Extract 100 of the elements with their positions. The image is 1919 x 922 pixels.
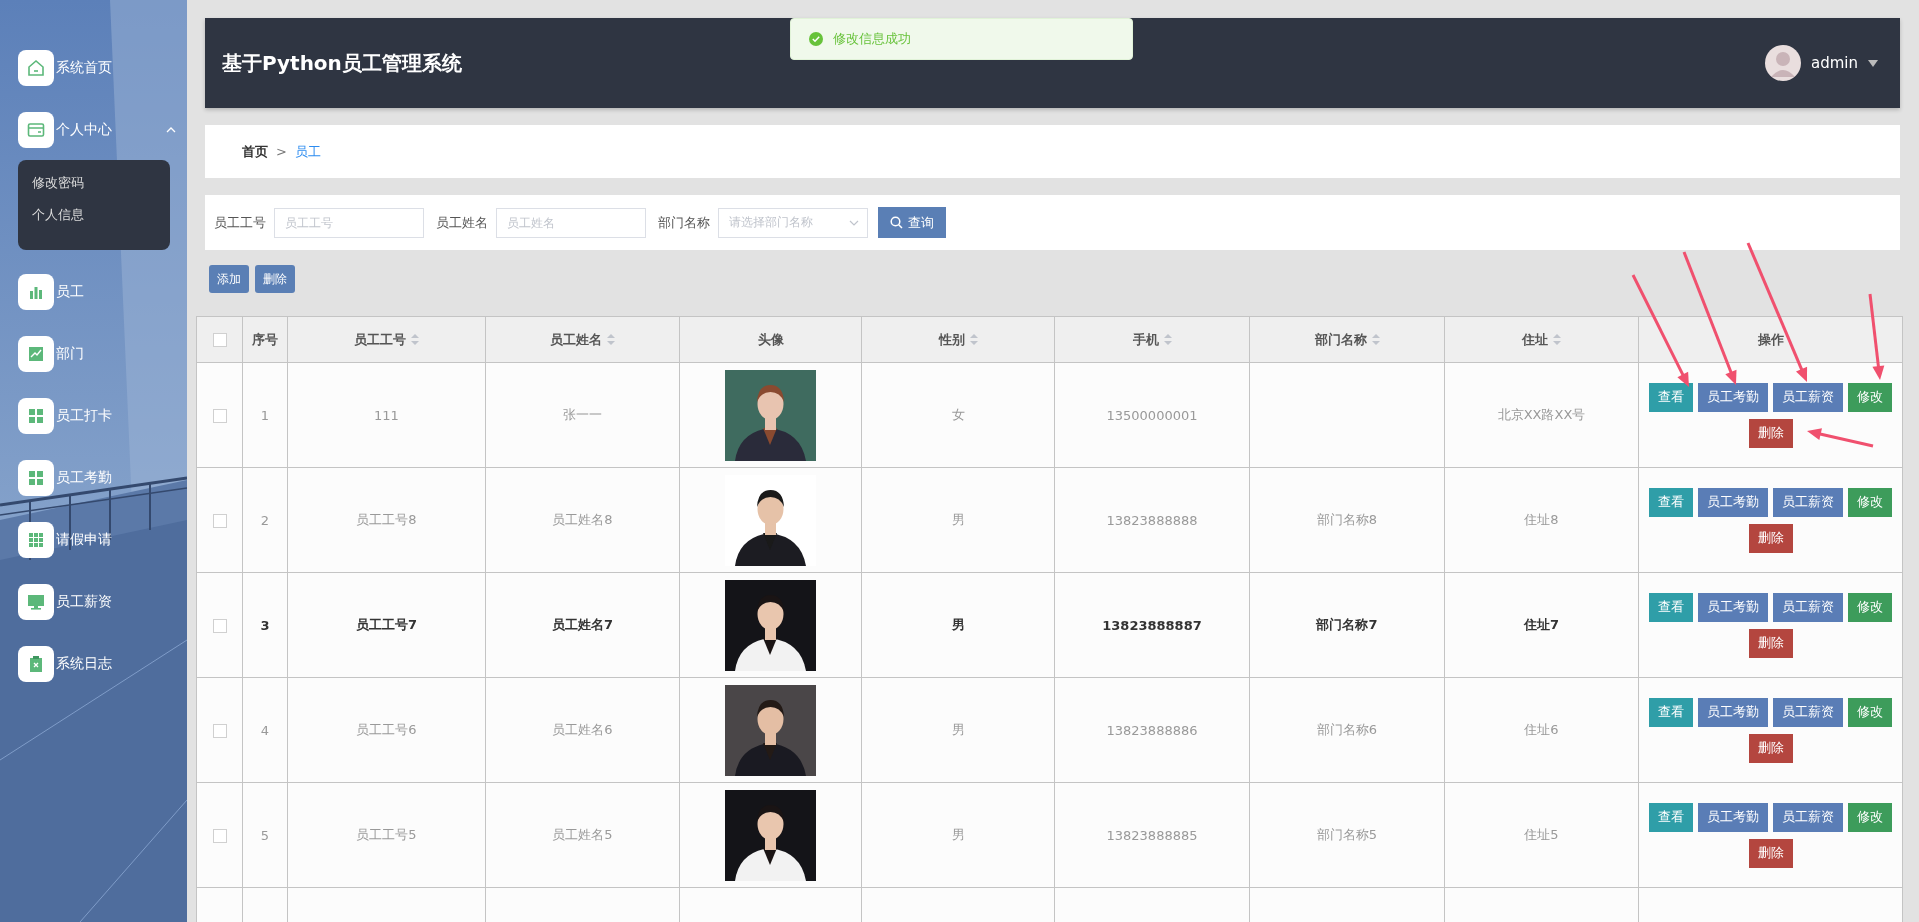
attendance-button[interactable]: 员工考勤	[1698, 802, 1768, 832]
sidebar-item[interactable]: 员工打卡	[18, 398, 176, 434]
salary-button[interactable]: 员工薪资	[1773, 487, 1843, 517]
delete-button[interactable]: 删除	[1748, 418, 1793, 448]
view-button[interactable]: 查看	[1649, 697, 1693, 727]
row-checkbox[interactable]	[212, 828, 227, 843]
table-cell: 员工工号5	[287, 782, 486, 888]
caret-icon[interactable]	[1868, 59, 1878, 67]
salary-button[interactable]: 员工薪资	[1773, 697, 1843, 727]
row-checkbox[interactable]	[212, 513, 227, 528]
view-button[interactable]: 查看	[1649, 487, 1693, 517]
breadcrumb-link[interactable]: 首页	[242, 142, 268, 161]
sidebar-item[interactable]: 请假申请	[18, 522, 176, 558]
column-header[interactable]: 员工姓名	[485, 316, 680, 363]
column-header[interactable]: 住址	[1444, 316, 1639, 363]
table-cell: 男	[861, 782, 1055, 888]
sidebar-item[interactable]: 员工考勤	[18, 460, 176, 496]
sidebar-item[interactable]: 个人中心	[18, 112, 176, 148]
row-checkbox[interactable]	[212, 408, 227, 423]
sort-icon[interactable]	[607, 334, 615, 345]
table-cell: 部门名称6	[1249, 677, 1445, 783]
edit-button[interactable]: 修改	[1848, 592, 1892, 622]
card-icon	[26, 120, 46, 140]
grid-icon	[26, 406, 46, 426]
breadcrumb-separator: >	[276, 144, 287, 159]
input-field[interactable]: 员工姓名	[496, 207, 646, 238]
sidebar-item[interactable]: 系统首页	[18, 50, 176, 86]
delete-button[interactable]: 删除	[1748, 628, 1793, 658]
select-all-checkbox[interactable]	[212, 333, 227, 348]
search-icon	[890, 216, 903, 229]
view-button[interactable]: 查看	[1649, 592, 1693, 622]
table-cell: 1	[242, 362, 288, 468]
sort-icon[interactable]	[1163, 334, 1172, 345]
table-cell: 部门名称7	[1249, 572, 1445, 678]
view-button[interactable]: 查看	[1649, 802, 1693, 832]
table-cell: 北京XX路XX号	[1444, 362, 1639, 468]
table-cell: 员工姓名7	[485, 572, 680, 678]
table-cell: 员工工号8	[287, 467, 486, 573]
attendance-button[interactable]: 员工考勤	[1698, 697, 1768, 727]
attendance-button[interactable]: 员工考勤	[1698, 382, 1768, 412]
attendance-button[interactable]: 员工考勤	[1698, 487, 1768, 517]
table-cell: 员工姓名6	[485, 677, 680, 783]
edit-button[interactable]: 修改	[1848, 802, 1892, 832]
sort-icon[interactable]	[969, 334, 978, 345]
grid-icon	[26, 468, 46, 488]
input-field[interactable]: 员工工号	[274, 207, 424, 238]
table-cell: 员工工号7	[287, 572, 486, 678]
sort-icon[interactable]	[1553, 334, 1561, 345]
row-checkbox[interactable]	[212, 618, 227, 633]
attendance-button[interactable]: 员工考勤	[1698, 592, 1768, 622]
column-header: 序号	[242, 316, 288, 363]
table-cell: 5	[242, 782, 288, 888]
delete-button[interactable]: 删除	[1748, 838, 1793, 868]
sidebar-item[interactable]: 部门	[18, 336, 176, 372]
column-header[interactable]: 手机	[1054, 316, 1250, 363]
table-cell: 4	[242, 677, 288, 783]
annotation-arrow	[1807, 428, 1874, 448]
row-checkbox[interactable]	[212, 723, 227, 738]
column-header[interactable]: 员工工号	[287, 316, 486, 363]
sort-icon[interactable]	[411, 334, 419, 345]
app-title: 基于Python员工管理系统	[222, 49, 462, 77]
table-cell: 员工姓名8	[485, 467, 680, 573]
search-button[interactable]: 查询	[878, 207, 946, 238]
breadcrumb-link[interactable]: 员工	[294, 142, 321, 161]
table-cell: 员工工号6	[287, 677, 486, 783]
sidebar-item[interactable]: 员工薪资	[18, 584, 176, 620]
field-label: 员工工号	[214, 213, 266, 232]
column-header[interactable]: 性别	[861, 316, 1055, 363]
delete-button[interactable]: 删除	[1748, 523, 1793, 553]
table-cell: 部门名称8	[1249, 467, 1445, 573]
field-label: 员工姓名	[436, 213, 488, 232]
table-cell: 2	[242, 467, 288, 573]
chart-icon	[26, 344, 46, 364]
submenu-item[interactable]: 个人信息	[32, 206, 84, 224]
salary-button[interactable]: 员工薪资	[1773, 382, 1843, 412]
table-cell: 住址6	[1444, 677, 1639, 783]
view-button[interactable]: 查看	[1649, 382, 1693, 412]
table-cell: 女	[861, 362, 1055, 468]
sidebar-item[interactable]: 员工	[18, 274, 176, 310]
field-label: 部门名称	[658, 213, 710, 232]
column-header[interactable]: 部门名称	[1249, 316, 1445, 363]
chevron-icon	[849, 219, 859, 226]
table-cell: 男	[861, 572, 1055, 678]
sidebar-item[interactable]: 系统日志	[18, 646, 176, 682]
edit-button[interactable]: 修改	[1848, 382, 1892, 412]
table-cell: 住址5	[1444, 782, 1639, 888]
edit-button[interactable]: 修改	[1848, 487, 1892, 517]
table-cell: 13823888887	[1054, 572, 1250, 678]
salary-button[interactable]: 员工薪资	[1773, 592, 1843, 622]
salary-button[interactable]: 员工薪资	[1773, 802, 1843, 832]
delete-button[interactable]: 删除	[1748, 733, 1793, 763]
edit-button[interactable]: 修改	[1848, 697, 1892, 727]
toolbar-button[interactable]: 删除	[255, 265, 295, 293]
sort-icon[interactable]	[1371, 334, 1380, 345]
column-header: 操作	[1638, 316, 1903, 363]
user-name[interactable]: admin	[1811, 54, 1858, 72]
table-cell: 男	[861, 677, 1055, 783]
toolbar-button[interactable]: 添加	[209, 265, 249, 293]
submenu-item[interactable]: 修改密码	[32, 174, 84, 192]
avatar-icon	[1765, 45, 1801, 81]
